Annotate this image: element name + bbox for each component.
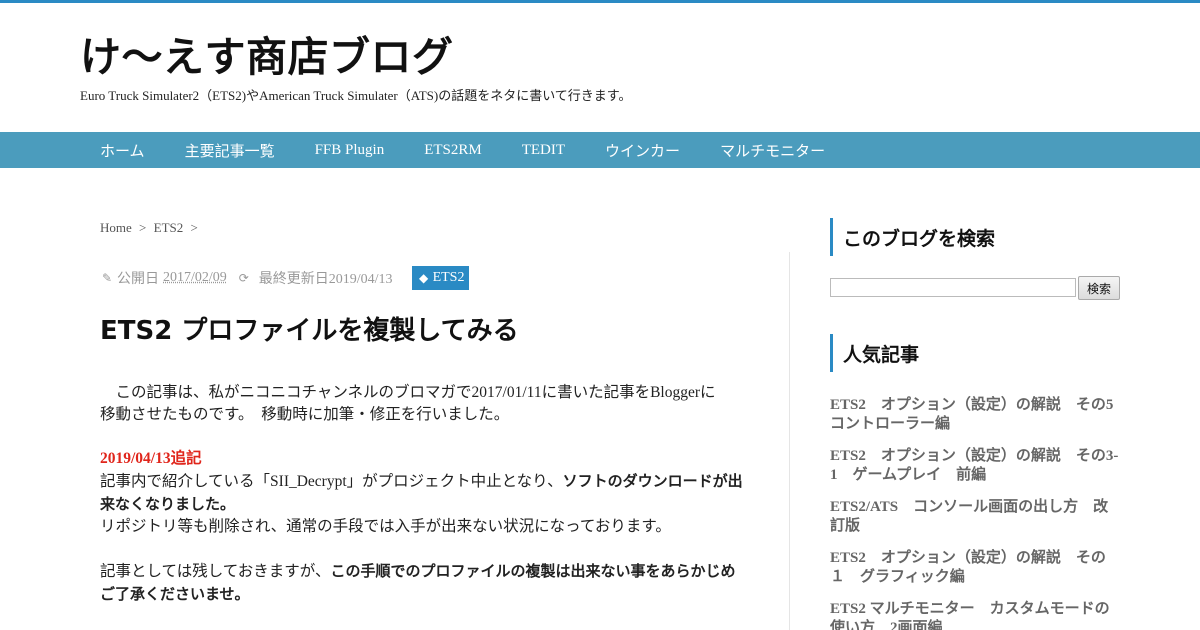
updated-info: ⟳ 最終更新日2019/04/13 — [237, 268, 393, 288]
search-widget-title: このブログを検索 — [830, 218, 1120, 256]
breadcrumb-home[interactable]: Home — [100, 220, 132, 235]
popular-widget-title: 人気記事 — [830, 334, 1120, 372]
category-tag[interactable]: ◆ ETS2 — [411, 266, 470, 290]
nav-item-multi-monitor[interactable]: マルチモニター — [700, 140, 845, 161]
nav-item-tedit[interactable]: TEDIT — [502, 142, 585, 159]
repository-notice: リポジトリ等も削除され、通常の手段では入手が出来ない状況になっております。 — [100, 518, 671, 535]
intro-line: 移動させたものです。 移動時に加筆・修正を行いました。 — [100, 406, 510, 423]
nav-item-ets2rm[interactable]: ETS2RM — [404, 142, 502, 159]
nav-item-main-articles[interactable]: 主要記事一覧 — [165, 140, 295, 161]
main-navigation: ホーム 主要記事一覧 FFB Plugin ETS2RM TEDIT ウインカー… — [0, 132, 1200, 168]
tag-icon: ◆ — [418, 271, 429, 285]
popular-post-link[interactable]: ETS2 マルチモニター カスタムモードの使い方 2画面編 — [830, 600, 1120, 630]
breadcrumb: Home > ETS2 > — [100, 220, 202, 236]
category-tag-label: ETS2 — [432, 270, 465, 285]
search-button[interactable]: 検索 — [1078, 276, 1120, 300]
popular-post-link[interactable]: ETS2 オプション（設定）の解説 その5 コントローラー編 — [830, 396, 1128, 434]
nav-item-winker[interactable]: ウインカー — [585, 140, 700, 161]
breadcrumb-separator: > — [190, 220, 198, 235]
addendum-text: 記事内で紹介している「SII_Decrypt」がプロジェクト中止となり、 — [100, 473, 563, 490]
site-title[interactable]: け～えす商店ブログ — [80, 23, 454, 83]
addendum-heading: 2019/04/13追記 — [100, 450, 202, 467]
site-description: Euro Truck Simulater2（ETS2)やAmerican Tru… — [80, 88, 632, 103]
post-title: ETS2 プロファイルを複製してみる — [100, 316, 519, 346]
article-body: この記事は、私がニコニコチャンネルのブロマガで2017/01/11に書いた記事を… — [100, 382, 745, 606]
published-date: 2017/02/09 — [163, 270, 227, 285]
search-input[interactable] — [830, 278, 1076, 297]
popular-post-link[interactable]: ETS2/ATS コンソール画面の出し方 改訂版 — [830, 498, 1120, 536]
popular-post-link[interactable]: ETS2 オプション（設定）の解説 その１ グラフィック編 — [830, 549, 1120, 587]
published-label: 公開日 — [117, 272, 159, 287]
refresh-icon: ⟳ — [238, 271, 249, 285]
intro-line: この記事は、私がニコニコチャンネルのブロマガで2017/01/11に書いた記事を… — [100, 384, 716, 401]
disclaimer-text: 記事としては残しておきますが、 — [100, 563, 331, 580]
nav-item-ffb-plugin[interactable]: FFB Plugin — [295, 142, 405, 159]
disclaimer-paragraph: 記事としては残しておきますが、この手順でのプロファイルの複製は出来ない事をあらか… — [100, 560, 745, 606]
breadcrumb-category[interactable]: ETS2 — [154, 220, 184, 235]
popular-post-link[interactable]: ETS2 オプション（設定）の解説 その3-1 ゲームプレイ 前編 — [830, 447, 1120, 485]
addendum-paragraph: 記事内で紹介している「SII_Decrypt」がプロジェクト中止となり、ソフトの… — [100, 470, 745, 516]
post-meta: ✎ 公開日 2017/02/09 ⟳ 最終更新日2019/04/13 ◆ ETS… — [100, 266, 470, 290]
nav-item-home[interactable]: ホーム — [80, 140, 165, 161]
updated-label: 最終更新日2019/04/13 — [258, 272, 393, 287]
breadcrumb-separator: > — [139, 220, 147, 235]
site-header: け～えす商店ブログ Euro Truck Simulater2（ETS2)やAm… — [0, 3, 1200, 132]
column-divider — [789, 252, 790, 630]
popular-posts-list: ETS2 オプション（設定）の解説 その5 コントローラー編 ETS2 オプショ… — [830, 396, 1128, 630]
pencil-icon: ✎ — [101, 271, 113, 285]
